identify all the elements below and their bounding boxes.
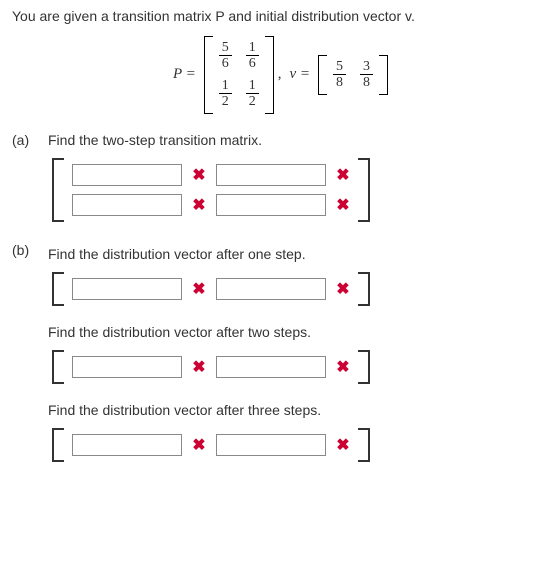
given-equations: P = 56 16 12 12 , v = 58 38 (12, 36, 545, 114)
a-input-11[interactable] (216, 194, 326, 216)
matrix-p: 56 16 12 12 (204, 36, 274, 114)
part-b-prompt-2: Find the distribution vector after two s… (48, 324, 545, 340)
a-input-00[interactable] (72, 164, 182, 186)
part-a: (a) Find the two-step transition matrix.… (12, 132, 545, 236)
part-b-label: (b) (12, 242, 34, 476)
wrong-icon: ✖ (192, 435, 206, 455)
a-input-10[interactable] (72, 194, 182, 216)
b3-input-1[interactable] (216, 434, 326, 456)
part-b-prompt-1: Find the distribution vector after one s… (48, 246, 545, 262)
wrong-icon: ✖ (336, 195, 350, 215)
wrong-icon: ✖ (192, 165, 206, 185)
answer-vector-b1: ✖ ✖ (52, 272, 370, 306)
problem-intro: You are given a transition matrix P and … (12, 8, 545, 24)
b1-input-0[interactable] (72, 278, 182, 300)
answer-matrix-a: ✖ ✖ ✖ ✖ (52, 158, 370, 222)
comma: , (278, 66, 282, 83)
part-b-prompt-3: Find the distribution vector after three… (48, 402, 545, 418)
part-b: (b) Find the distribution vector after o… (12, 242, 545, 476)
b1-input-1[interactable] (216, 278, 326, 300)
b2-input-0[interactable] (72, 356, 182, 378)
matrix-v: 58 38 (318, 55, 388, 95)
wrong-icon: ✖ (192, 357, 206, 377)
wrong-icon: ✖ (192, 195, 206, 215)
answer-vector-b3: ✖ ✖ (52, 428, 370, 462)
wrong-icon: ✖ (192, 279, 206, 299)
v-label: v = (289, 66, 310, 83)
part-a-label: (a) (12, 132, 34, 236)
wrong-icon: ✖ (336, 279, 350, 299)
wrong-icon: ✖ (336, 357, 350, 377)
intro-text: You are given a transition matrix P and … (12, 8, 415, 24)
a-input-01[interactable] (216, 164, 326, 186)
b2-input-1[interactable] (216, 356, 326, 378)
wrong-icon: ✖ (336, 435, 350, 455)
part-a-prompt: Find the two-step transition matrix. (48, 132, 545, 148)
p-label: P = (173, 66, 196, 83)
b3-input-0[interactable] (72, 434, 182, 456)
answer-vector-b2: ✖ ✖ (52, 350, 370, 384)
wrong-icon: ✖ (336, 165, 350, 185)
